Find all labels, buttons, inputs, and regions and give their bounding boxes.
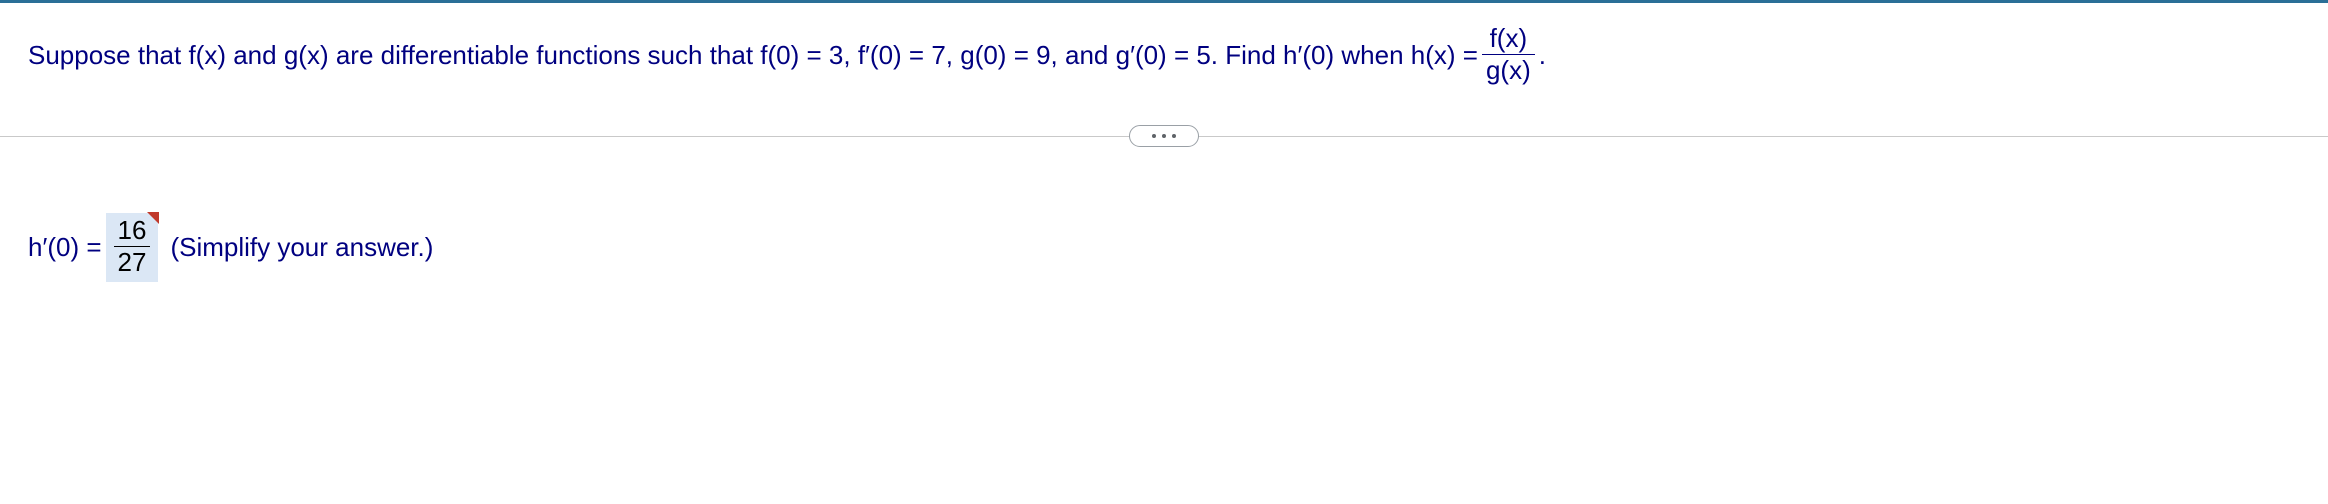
answer-area: h′(0) = 16 27 (Simplify your answer.) [0, 153, 2328, 283]
dots-icon [1152, 134, 1156, 138]
section-divider [0, 121, 2328, 153]
answer-line: h′(0) = 16 27 (Simplify your answer.) [28, 213, 2300, 283]
problem-statement: Suppose that f(x) and g(x) are different… [0, 3, 2328, 113]
answer-lhs: h′(0) = [28, 232, 102, 263]
input-handle-icon [147, 212, 159, 224]
answer-input[interactable]: 16 27 [106, 213, 159, 283]
fraction-denominator: g(x) [1482, 54, 1535, 84]
answer-denominator: 27 [114, 246, 151, 276]
answer-hint: (Simplify your answer.) [170, 232, 433, 263]
expand-toggle-button[interactable] [1129, 125, 1199, 147]
answer-numerator: 16 [114, 217, 151, 246]
quotient-fraction: f(x) g(x) [1482, 25, 1535, 85]
problem-text-after: . [1539, 37, 1546, 73]
dots-icon [1162, 134, 1166, 138]
dots-icon [1172, 134, 1176, 138]
problem-line: Suppose that f(x) and g(x) are different… [28, 25, 2300, 85]
fraction-numerator: f(x) [1486, 25, 1532, 54]
problem-text-before: Suppose that f(x) and g(x) are different… [28, 37, 1478, 73]
